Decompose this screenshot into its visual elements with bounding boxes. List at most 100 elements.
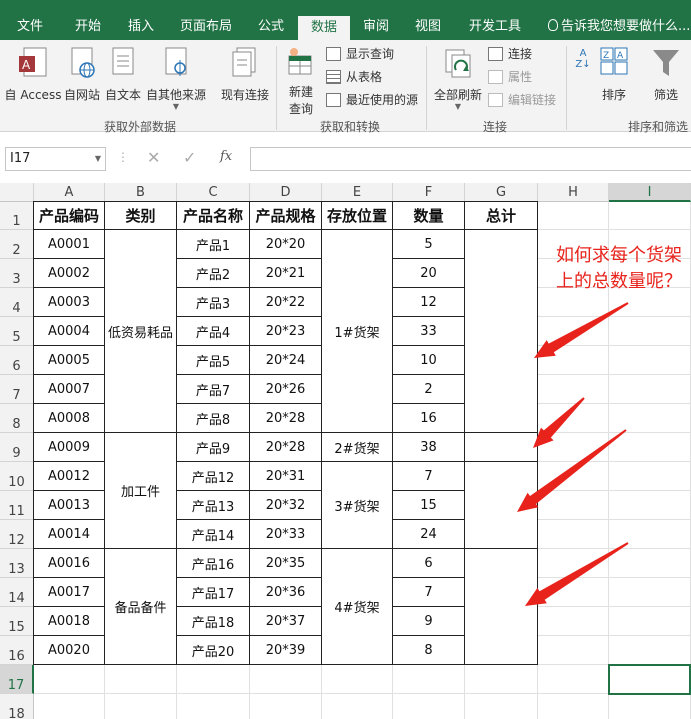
grid-cell[interactable] (609, 694, 691, 719)
grid-cell[interactable] (538, 578, 609, 607)
quantity-cell[interactable]: 33 (392, 316, 465, 346)
product-name-cell[interactable]: 产品13 (176, 490, 250, 520)
table-header-cell[interactable]: 产品编码 (33, 201, 105, 230)
edit-links-button[interactable]: 编辑链接 (488, 90, 556, 110)
name-box[interactable]: I17 ▼ (5, 147, 106, 171)
total-cell[interactable] (464, 229, 538, 433)
tab-1[interactable]: 开始 (60, 14, 116, 40)
row-header-8[interactable]: 8 (0, 404, 34, 433)
grid-cell[interactable] (538, 404, 609, 433)
grid-cell[interactable] (105, 694, 177, 719)
product-code-cell[interactable]: A0014 (33, 519, 105, 549)
grid-cell[interactable] (609, 404, 691, 433)
quantity-cell[interactable]: 12 (392, 287, 465, 317)
total-cell[interactable] (464, 548, 538, 665)
tab-5[interactable]: 数据 (298, 16, 350, 40)
product-name-cell[interactable]: 产品4 (176, 316, 250, 346)
tab-3[interactable]: 页面布局 (168, 14, 244, 40)
product-spec-cell[interactable]: 20*28 (249, 432, 322, 462)
row-header-16[interactable]: 16 (0, 636, 34, 665)
quantity-cell[interactable]: 15 (392, 490, 465, 520)
grid-cell[interactable] (538, 491, 609, 520)
product-name-cell[interactable]: 产品1 (176, 229, 250, 259)
product-code-cell[interactable]: A0020 (33, 635, 105, 665)
enter-icon[interactable]: ✓ (183, 148, 196, 167)
refresh-all-button[interactable]: 全部刷新 ▼ (431, 46, 485, 111)
location-cell[interactable]: 3#货架 (321, 461, 393, 549)
column-header-D[interactable]: D (250, 183, 322, 202)
tab-2[interactable]: 插入 (118, 14, 164, 40)
grid-cell[interactable] (538, 433, 609, 462)
table-header-cell[interactable]: 数量 (392, 201, 465, 230)
grid-cell[interactable] (609, 317, 691, 346)
product-code-cell[interactable]: A0012 (33, 461, 105, 491)
product-code-cell[interactable]: A0016 (33, 548, 105, 578)
table-header-cell[interactable]: 产品名称 (176, 201, 250, 230)
product-spec-cell[interactable]: 20*31 (249, 461, 322, 491)
tab-8[interactable]: 开发工具 (462, 14, 528, 40)
selected-cell[interactable] (608, 664, 691, 695)
grid-cell[interactable] (538, 694, 609, 719)
row-header-6[interactable]: 6 (0, 346, 34, 375)
product-spec-cell[interactable]: 20*23 (249, 316, 322, 346)
grid-cell[interactable] (538, 607, 609, 636)
grid-cell[interactable] (177, 694, 250, 719)
grid-cell[interactable] (538, 665, 609, 694)
category-cell[interactable]: 加工件 (104, 432, 177, 549)
tab-6[interactable]: 审阅 (354, 14, 398, 40)
product-spec-cell[interactable]: 20*35 (249, 548, 322, 578)
product-name-cell[interactable]: 产品9 (176, 432, 250, 462)
grid-cell[interactable] (34, 665, 105, 694)
table-header-cell[interactable]: 产品规格 (249, 201, 322, 230)
properties-button[interactable]: 属性 (488, 67, 532, 87)
product-code-cell[interactable]: A0004 (33, 316, 105, 346)
product-code-cell[interactable]: A0003 (33, 287, 105, 317)
grid-cell[interactable] (609, 520, 691, 549)
select-all-corner[interactable] (0, 183, 34, 202)
row-header-4[interactable]: 4 (0, 288, 34, 317)
grid-cell[interactable] (538, 375, 609, 404)
product-name-cell[interactable]: 产品2 (176, 258, 250, 288)
tab-7[interactable]: 视图 (402, 14, 454, 40)
quantity-cell[interactable]: 7 (392, 577, 465, 607)
product-name-cell[interactable]: 产品14 (176, 519, 250, 549)
total-cell[interactable] (464, 432, 538, 462)
formula-input[interactable] (250, 147, 691, 171)
category-cell[interactable]: 备品备件 (104, 548, 177, 665)
quantity-cell[interactable]: 38 (392, 432, 465, 462)
grid-cell[interactable] (34, 694, 105, 719)
column-header-F[interactable]: F (393, 183, 465, 202)
location-cell[interactable]: 2#货架 (321, 432, 393, 462)
from-access-button[interactable]: A 自 Access (4, 46, 62, 103)
grid-cell[interactable] (322, 694, 393, 719)
product-code-cell[interactable]: A0017 (33, 577, 105, 607)
column-header-E[interactable]: E (322, 183, 393, 202)
row-header-12[interactable]: 12 (0, 520, 34, 549)
quantity-cell[interactable]: 5 (392, 229, 465, 259)
product-spec-cell[interactable]: 20*20 (249, 229, 322, 259)
tab-4[interactable]: 公式 (248, 14, 294, 40)
product-code-cell[interactable]: A0007 (33, 374, 105, 404)
product-name-cell[interactable]: 产品18 (176, 606, 250, 636)
product-name-cell[interactable]: 产品7 (176, 374, 250, 404)
grid-cell[interactable] (177, 665, 250, 694)
sort-button[interactable]: ZA 排序 (596, 46, 632, 103)
grid-cell[interactable] (393, 665, 465, 694)
grid-cell[interactable] (538, 636, 609, 665)
product-code-cell[interactable]: A0018 (33, 606, 105, 636)
quantity-cell[interactable]: 16 (392, 403, 465, 433)
product-code-cell[interactable]: A0005 (33, 345, 105, 375)
row-header-5[interactable]: 5 (0, 317, 34, 346)
insert-function-icon[interactable]: fx (220, 149, 232, 164)
product-name-cell[interactable]: 产品3 (176, 287, 250, 317)
product-name-cell[interactable]: 产品8 (176, 403, 250, 433)
product-spec-cell[interactable]: 20*36 (249, 577, 322, 607)
new-query-button[interactable]: 新建 查询 (280, 46, 322, 117)
product-spec-cell[interactable]: 20*22 (249, 287, 322, 317)
tell-me-box[interactable]: 告诉我您想要做什么... (548, 14, 690, 40)
row-header-10[interactable]: 10 (0, 462, 34, 491)
grid-cell[interactable] (250, 694, 322, 719)
product-name-cell[interactable]: 产品16 (176, 548, 250, 578)
quantity-cell[interactable]: 10 (392, 345, 465, 375)
product-code-cell[interactable]: A0002 (33, 258, 105, 288)
